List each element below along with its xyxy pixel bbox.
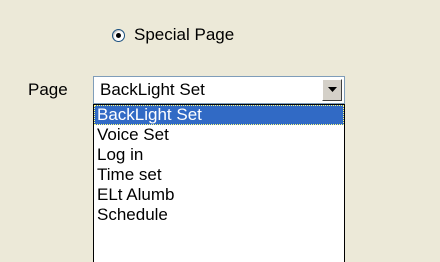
radio-checked-dot xyxy=(116,32,121,38)
page-dropdown-list[interactable]: BackLight Set Voice Set Log in Time set … xyxy=(93,104,345,262)
page-field-label: Page xyxy=(28,80,68,99)
dropdown-option-backlight-set[interactable]: BackLight Set xyxy=(94,105,344,125)
dropdown-option-time-set[interactable]: Time set xyxy=(94,165,344,185)
dropdown-option-log-in[interactable]: Log in xyxy=(94,145,344,165)
dropdown-option-elt-alumb[interactable]: ELt Alumb xyxy=(94,185,344,205)
chevron-down-icon xyxy=(327,87,337,92)
dropdown-arrow-button[interactable] xyxy=(322,79,342,101)
dropdown-option-schedule[interactable]: Schedule xyxy=(94,205,344,225)
dialog-panel: Special Page Page BackLight Set BackLigh… xyxy=(0,0,440,262)
page-select[interactable]: BackLight Set xyxy=(93,76,345,104)
special-page-label[interactable]: Special Page xyxy=(134,25,234,45)
page-select-value: BackLight Set xyxy=(100,80,205,99)
dropdown-option-voice-set[interactable]: Voice Set xyxy=(94,125,344,145)
special-page-radio-option[interactable]: Special Page xyxy=(112,24,234,46)
special-page-radio[interactable] xyxy=(112,28,125,42)
